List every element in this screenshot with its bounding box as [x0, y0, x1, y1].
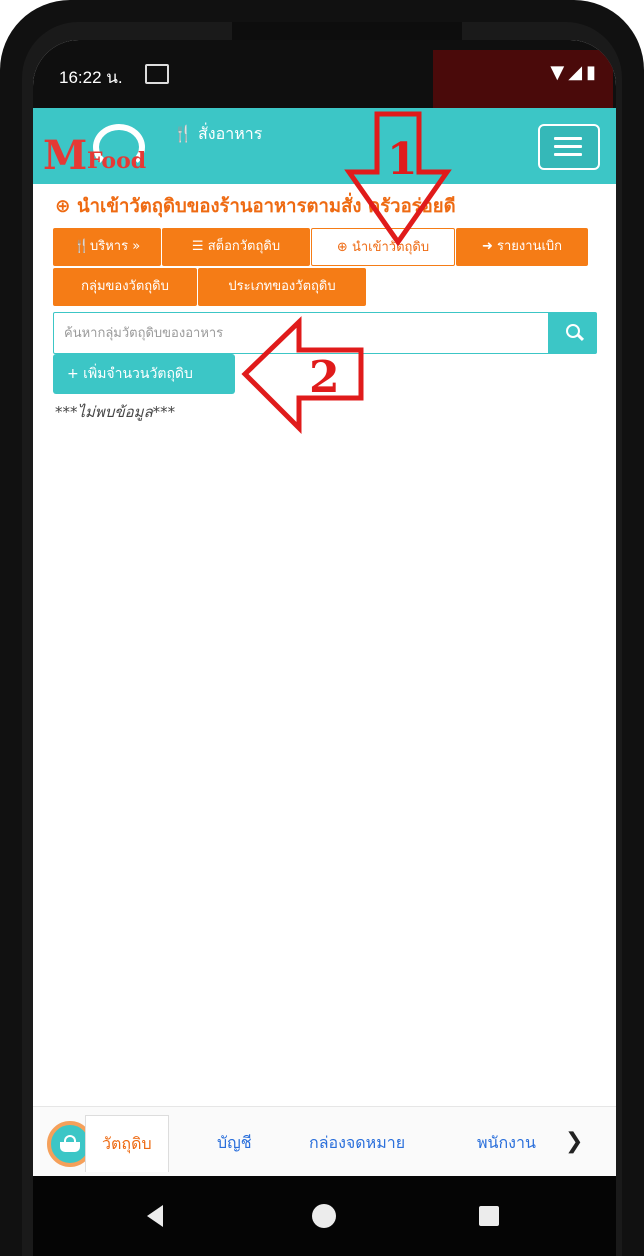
- tab-ingredients[interactable]: วัตถุดิบ: [85, 1115, 169, 1172]
- signal-icon: ◢: [568, 62, 587, 83]
- nav-type-label: ประเภทของวัตถุดิบ: [228, 279, 336, 294]
- chevron-right-icon[interactable]: ❯: [565, 1129, 583, 1154]
- nav-report-button[interactable]: ➜ รายงานเบิก: [456, 228, 588, 266]
- nav-manage-button[interactable]: 🍴บริหาร »: [53, 228, 161, 266]
- utensils-icon: 🍴: [73, 239, 90, 254]
- page-title: ⊕ นำเข้าวัตถุดิบของร้านอาหารตามสั่ง ครัว…: [55, 192, 615, 221]
- basket-icon: [60, 1142, 80, 1152]
- add-quantity-button[interactable]: + เพิ่มจำนวนวัตถุดิบ: [53, 354, 235, 394]
- menu-icon-line: [554, 153, 582, 156]
- nav-group-button[interactable]: กลุ่มของวัตถุดิบ: [53, 268, 197, 306]
- back-icon[interactable]: [147, 1205, 163, 1227]
- tab-staff[interactable]: พนักงาน: [477, 1115, 557, 1171]
- status-bar: 16:22 น. ▼◢▮: [33, 40, 616, 108]
- app-header: M Food 🍴 สั่งอาหาร: [33, 108, 616, 184]
- tab-mailbox[interactable]: กล่องจดหมาย: [309, 1115, 405, 1171]
- status-icons: ▼◢▮: [550, 62, 600, 83]
- home-icon[interactable]: [312, 1204, 336, 1228]
- add-quantity-label: + เพิ่มจำนวนวัตถุดิบ: [67, 366, 193, 382]
- search-icon-handle: [576, 333, 585, 342]
- search-button[interactable]: [549, 312, 597, 354]
- nav-type-button[interactable]: ประเภทของวัตถุดิบ: [198, 268, 366, 306]
- nav-manage-label: บริหาร »: [90, 239, 141, 254]
- battery-icon: ▮: [586, 62, 600, 83]
- bottom-tab-bar: วัตถุดิบ บัญชี กล่องจดหมาย พนักงาน ❯: [33, 1106, 616, 1177]
- nav-group-label: กลุ่มของวัตถุดิบ: [81, 279, 169, 294]
- tab-accounts[interactable]: บัญชี: [217, 1115, 252, 1171]
- nav-report-label: รายงานเบิก: [497, 239, 563, 254]
- utensils-icon: 🍴: [173, 124, 193, 143]
- menu-icon-line: [554, 145, 582, 148]
- menu-icon-line: [554, 137, 582, 140]
- annotation-arrow-down: 1: [344, 111, 452, 247]
- android-nav-bar: [33, 1176, 616, 1256]
- empty-message: ***ไม่พบข้อมูล***: [55, 403, 176, 421]
- status-time: 16:22 น.: [59, 68, 123, 87]
- annotation-arrow-left: 2: [241, 316, 364, 435]
- header-title-text: สั่งอาหาร: [198, 124, 263, 143]
- circle-arrow-icon: ⊕: [55, 196, 71, 217]
- sign-out-icon: ➜: [481, 239, 498, 254]
- annotation-number-2: 2: [309, 352, 340, 403]
- app-logo[interactable]: M Food: [43, 122, 151, 179]
- logo-wordmark: Food: [87, 148, 147, 174]
- gmail-icon: [145, 64, 169, 84]
- header-title[interactable]: 🍴 สั่งอาหาร: [173, 122, 262, 147]
- hamburger-menu-button[interactable]: [538, 124, 600, 170]
- recent-apps-icon[interactable]: [479, 1206, 499, 1226]
- nav-stock-label: สต็อกวัตถุดิบ: [207, 239, 281, 254]
- nav-stock-button[interactable]: ☰ สต็อกวัตถุดิบ: [162, 228, 310, 266]
- logo-letter-m: M: [43, 132, 88, 179]
- list-icon: ☰: [191, 239, 208, 254]
- wifi-icon: ▼: [550, 62, 569, 83]
- annotation-number-1: 1: [387, 134, 418, 185]
- screen: 16:22 น. ▼◢▮ M Food 🍴 สั่งอาหาร ⊕ นำเข้า…: [33, 40, 616, 1256]
